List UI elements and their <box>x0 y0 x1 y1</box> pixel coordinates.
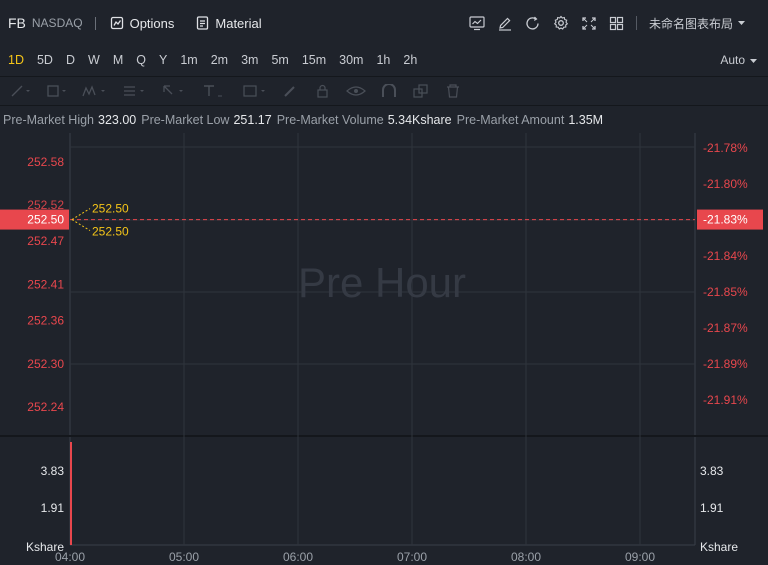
caret-down-icon <box>738 21 745 25</box>
magnet-icon[interactable] <box>380 84 398 98</box>
caret-down-icon <box>750 59 757 63</box>
percent-tick-label: -21.87% <box>703 321 748 335</box>
top-toolbar: FB NASDAQ Options Material 未命名图表布局 <box>0 0 768 46</box>
divider <box>94 16 96 30</box>
material-label: Material <box>215 15 262 31</box>
time-tick-label: 06:00 <box>283 550 313 564</box>
material-button[interactable]: Material <box>196 15 262 31</box>
premarket-volume-value: 5.34Kshare <box>387 113 452 127</box>
time-tick-label: 07:00 <box>397 550 427 564</box>
price-tick-label: 252.41 <box>27 278 64 292</box>
period-q[interactable]: Q <box>136 53 146 67</box>
annotation-leader-line <box>71 219 91 231</box>
scale-mode-dropdown[interactable]: Auto <box>720 53 758 67</box>
period-5d[interactable]: 5D <box>37 53 53 67</box>
volume-tick-label: 1.91 <box>41 501 65 515</box>
percent-tick-label: -21.84% <box>703 249 748 263</box>
percent-tick-label: -21.85% <box>703 285 748 299</box>
period-d[interactable]: D <box>66 53 75 67</box>
options-icon <box>110 16 123 30</box>
lock-icon[interactable] <box>314 84 332 98</box>
premarket-high-label: Pre-Market High <box>3 113 94 127</box>
time-tick-label: 08:00 <box>511 550 541 564</box>
premarket-amount-value: 1.35M <box>568 113 604 127</box>
percent-tick-label: -21.89% <box>703 357 748 371</box>
high-annotation-label: 252.50 <box>92 202 129 216</box>
time-tick-label: 09:00 <box>625 550 655 564</box>
period-30m[interactable]: 30m <box>339 53 363 67</box>
brush-tool-icon[interactable] <box>282 84 300 98</box>
divider <box>635 16 637 30</box>
rectangle-tool-icon[interactable] <box>46 84 68 98</box>
text-tool-icon[interactable] <box>202 84 228 98</box>
period-2m[interactable]: 2m <box>211 53 228 67</box>
indicator-icon[interactable] <box>469 15 485 31</box>
material-icon <box>197 16 209 30</box>
grid-layout-icon[interactable] <box>609 16 624 31</box>
period-3m[interactable]: 3m <box>241 53 258 67</box>
fullscreen-icon[interactable] <box>581 16 597 31</box>
exchange-label: NASDAQ <box>31 16 83 30</box>
percent-tick-label: -21.80% <box>703 177 748 191</box>
options-label: Options <box>129 15 175 31</box>
pattern-tool-icon[interactable] <box>82 84 108 98</box>
visibility-icon[interactable] <box>346 84 366 98</box>
premarket-amount-label: Pre-Market Amount <box>456 113 565 127</box>
price-tick-label: 252.47 <box>27 234 64 248</box>
premarket-low-label: Pre-Market Low <box>141 113 230 127</box>
volume-tick-label-right: 1.91 <box>700 501 724 515</box>
percent-tick-label: -21.91% <box>703 393 748 407</box>
fibonacci-tool-icon[interactable] <box>122 84 148 98</box>
price-tick-label: 252.30 <box>27 357 64 371</box>
time-tick-label: 05:00 <box>169 550 199 564</box>
layout-dropdown[interactable]: 未命名图表布局 <box>649 15 746 32</box>
trash-icon[interactable] <box>444 84 462 98</box>
percent-tick-label: -21.78% <box>703 141 748 155</box>
layout-label: 未命名图表布局 <box>648 16 733 31</box>
volume-tick-label-right: 3.83 <box>700 464 724 478</box>
price-tick-label: 252.36 <box>27 314 64 328</box>
price-tick-label: 252.24 <box>27 400 64 414</box>
options-button[interactable]: Options <box>110 15 175 31</box>
volume-unit-label-right: Kshare <box>700 540 738 554</box>
period-bar: 1D 5D D W M Q Y 1m 2m 3m 5m 15m 30m 1h 2h Auto <box>0 46 768 74</box>
period-1d[interactable]: 1D <box>8 53 24 67</box>
current-change-label: -21.83% <box>703 213 748 227</box>
premarket-volume-label: Pre-Market Volume <box>276 113 384 127</box>
scale-mode-label: Auto <box>720 53 745 67</box>
period-y[interactable]: Y <box>159 53 167 67</box>
drawing-toolbar <box>0 76 768 106</box>
watermark: Pre Hour <box>298 259 466 306</box>
period-m[interactable]: M <box>113 53 123 67</box>
period-5m[interactable]: 5m <box>271 53 288 67</box>
symbol-label[interactable]: FB <box>8 15 26 31</box>
premarket-high-value: 323.00 <box>98 113 137 127</box>
period-15m[interactable]: 15m <box>302 53 326 67</box>
period-2h[interactable]: 2h <box>403 53 417 67</box>
refresh-icon[interactable] <box>525 16 541 31</box>
time-tick-label: 04:00 <box>55 550 85 564</box>
top-right-tools: 未命名图表布局 <box>457 0 746 46</box>
premarket-low-value: 251.17 <box>233 113 272 127</box>
price-tick-label: 252.58 <box>27 155 64 169</box>
price-chart[interactable]: Pre Hour252.58252.52252.47252.41252.3625… <box>0 133 768 565</box>
annotation-leader-line <box>71 208 91 220</box>
note-tool-icon[interactable] <box>242 84 268 98</box>
edit-icon[interactable] <box>497 16 513 31</box>
period-1h[interactable]: 1h <box>376 53 390 67</box>
period-w[interactable]: W <box>88 53 100 67</box>
copy-icon[interactable] <box>412 84 430 98</box>
settings-icon[interactable] <box>553 15 569 31</box>
volume-bar <box>70 442 72 545</box>
cursor-tool-icon[interactable] <box>162 84 188 98</box>
current-price-label: 252.50 <box>27 213 64 227</box>
line-tool-icon[interactable] <box>10 84 32 98</box>
premarket-info-bar: Pre-Market High 323.00 Pre-Market Low 25… <box>0 107 768 133</box>
low-annotation-label: 252.50 <box>92 225 129 239</box>
volume-tick-label: 3.83 <box>41 464 65 478</box>
period-1m[interactable]: 1m <box>180 53 197 67</box>
